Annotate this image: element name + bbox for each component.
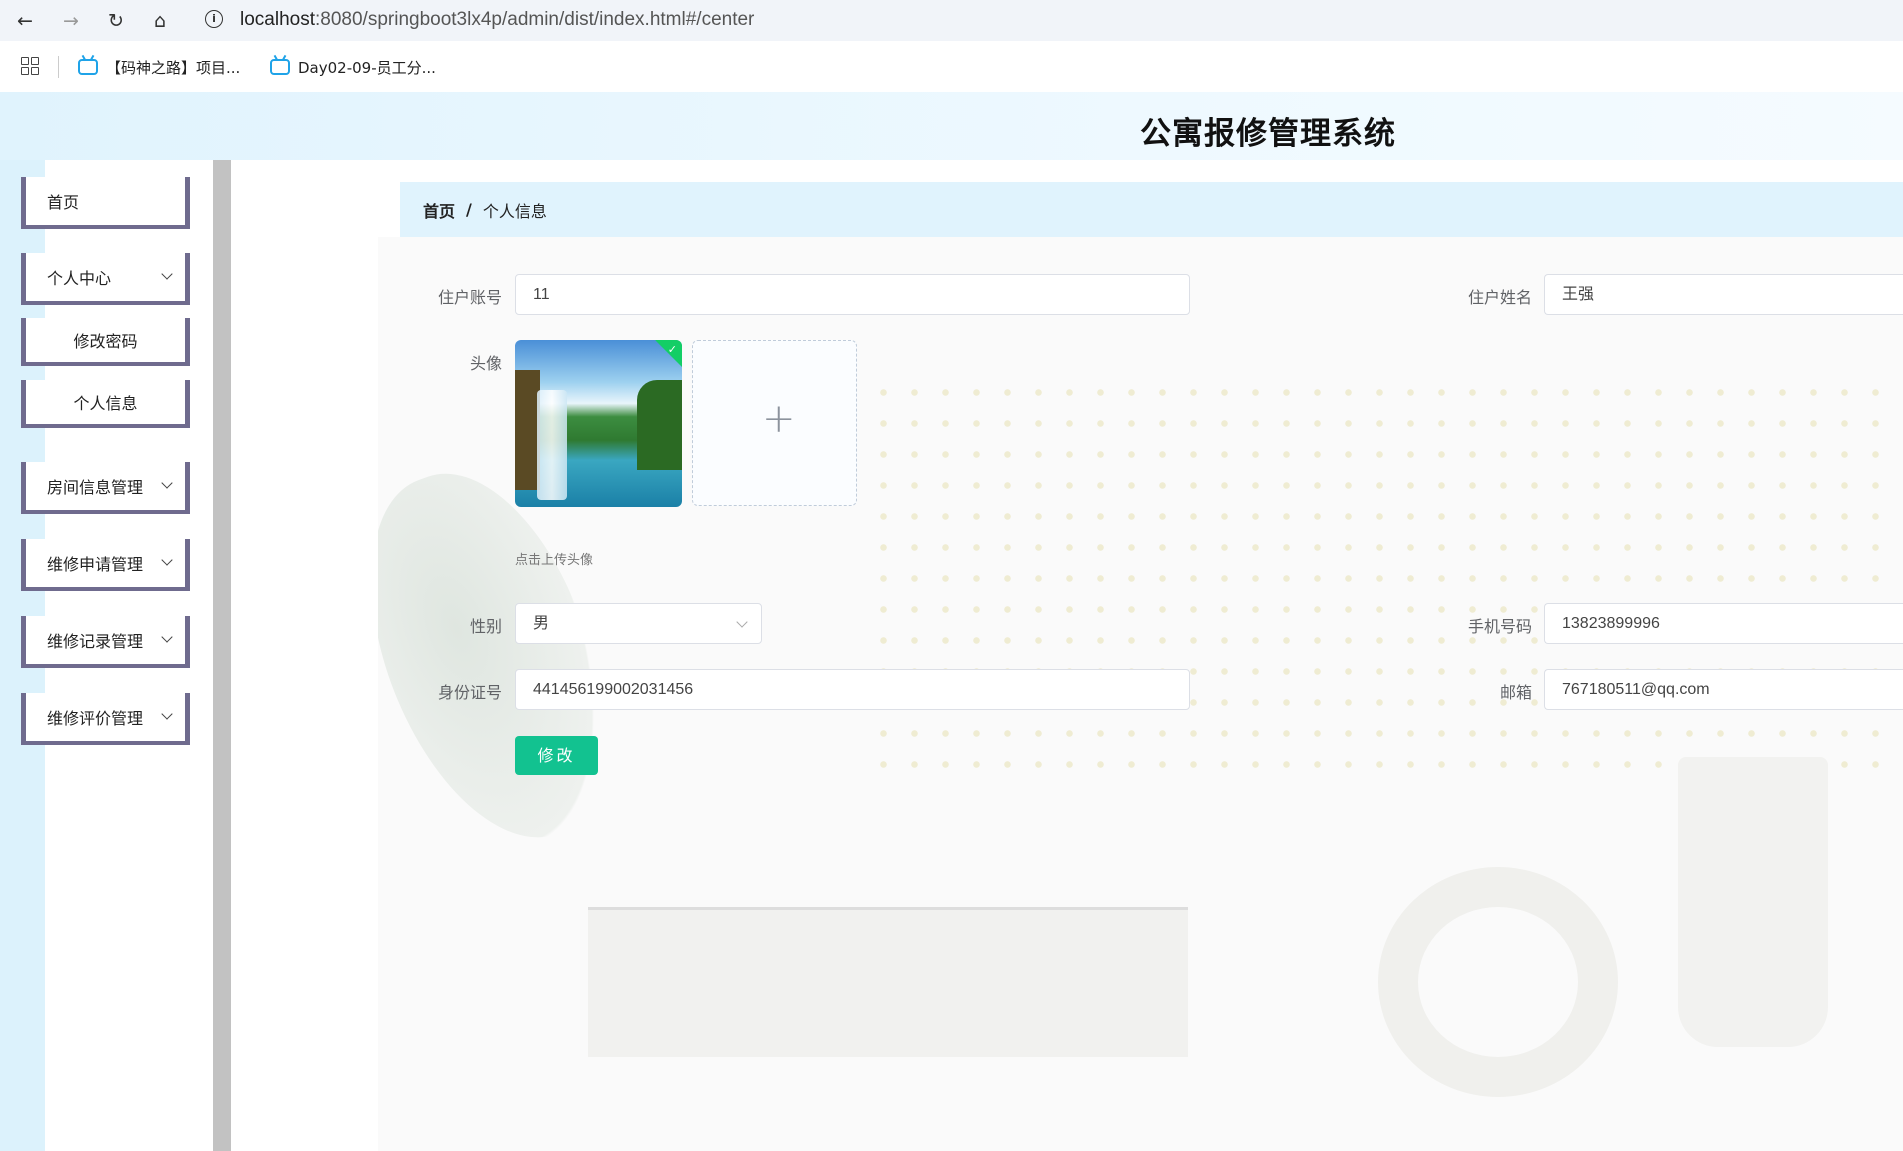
bookmark-2[interactable]: Day02-09-员工分...: [270, 55, 436, 79]
cylinder-decoration: [1678, 757, 1828, 1047]
phone-label: 手机号码: [1467, 617, 1532, 636]
sidebar-item-label: 修改密码: [73, 332, 138, 351]
breadcrumb-separator: /: [466, 200, 472, 219]
chevron-down-icon: [161, 477, 173, 489]
phone-field[interactable]: 13823899996: [1544, 603, 1903, 644]
sidebar-item-change-password[interactable]: 修改密码: [21, 318, 190, 366]
avatar-hill: [637, 380, 682, 470]
sidebar-item-label: 个人信息: [73, 394, 138, 413]
forward-icon[interactable]: →: [58, 8, 84, 34]
sidebar-item-label: 维修记录管理: [47, 632, 144, 651]
sidebar-item-label: 维修评价管理: [47, 709, 144, 728]
check-icon: ✓: [667, 343, 677, 356]
box-decoration: [588, 907, 1188, 1057]
plus-icon: +: [762, 396, 796, 442]
sidebar-item-personal-center[interactable]: 个人中心: [21, 253, 190, 305]
email-field[interactable]: 767180511@qq.com: [1544, 669, 1903, 710]
name-field[interactable]: 王强: [1544, 274, 1903, 315]
sidebar-item-label: 个人中心: [47, 269, 112, 288]
avatar-image[interactable]: ✓: [515, 340, 682, 507]
sidebar-item-room-management[interactable]: 房间信息管理: [21, 462, 190, 514]
avatar-waterfall: [537, 390, 567, 500]
sidebar-item-repair-request[interactable]: 维修申请管理: [21, 539, 190, 591]
name-label: 住户姓名: [1467, 288, 1532, 307]
chevron-down-icon: [161, 708, 173, 720]
bookmark-separator: [58, 56, 59, 78]
avatar-upload-button[interactable]: +: [692, 340, 857, 506]
idcard-field[interactable]: 441456199002031456: [515, 669, 1190, 710]
browser-chrome: ← → ↻ ⌂ i localhost:8080/springboot3lx4p…: [0, 0, 1903, 92]
sidebar-item-repair-evaluation[interactable]: 维修评价管理: [21, 693, 190, 745]
apps-grid-icon[interactable]: [21, 57, 39, 75]
chevron-down-icon: [161, 268, 173, 280]
bilibili-icon: [270, 59, 290, 75]
sidebar-item-personal-info[interactable]: 个人信息: [21, 380, 190, 428]
url-host: localhost: [240, 9, 315, 30]
sidebar-item-home[interactable]: 首页: [21, 177, 190, 229]
email-label: 邮箱: [1499, 683, 1532, 702]
url-path: :8080/springboot3lx4p/admin/dist/index.h…: [315, 9, 755, 30]
chevron-down-icon: [736, 616, 748, 628]
app-header: [0, 92, 1903, 160]
reload-icon[interactable]: ↻: [103, 8, 129, 34]
sidebar-item-label: 维修申请管理: [47, 555, 144, 574]
sidebar-item-repair-record[interactable]: 维修记录管理: [21, 616, 190, 668]
sidebar-item-label: 房间信息管理: [47, 478, 144, 497]
bookmark-label: 【码神之路】项目...: [106, 58, 241, 77]
upload-tip: 点击上传头像: [515, 553, 594, 568]
dot-pattern: [868, 377, 1903, 777]
sidebar-scrollbar[interactable]: [213, 160, 231, 1151]
ring-decoration: [1378, 867, 1618, 1097]
breadcrumb-home[interactable]: 首页: [423, 198, 455, 222]
breadcrumb: 首页 / 个人信息: [400, 182, 1903, 237]
bilibili-icon: [78, 59, 98, 75]
breadcrumb-current: 个人信息: [482, 201, 547, 221]
plant-decoration: [378, 444, 647, 870]
gender-value: 男: [533, 615, 550, 632]
url-text[interactable]: localhost:8080/springboot3lx4p/admin/dis…: [240, 9, 754, 31]
system-title: 公寓报修管理系统: [1140, 116, 1396, 152]
account-field[interactable]: 11: [515, 274, 1190, 315]
back-icon[interactable]: ←: [12, 8, 38, 34]
sidebar-item-label: 首页: [47, 193, 80, 212]
chevron-down-icon: [161, 554, 173, 566]
idcard-label: 身份证号: [437, 683, 502, 702]
home-icon[interactable]: ⌂: [147, 8, 173, 34]
site-info-icon[interactable]: i: [205, 10, 223, 28]
account-label: 住户账号: [437, 288, 502, 307]
gender-select[interactable]: 男: [515, 603, 762, 644]
bookmark-1[interactable]: 【码神之路】项目...: [78, 55, 240, 79]
avatar-label: 头像: [469, 354, 502, 373]
gender-label: 性别: [469, 617, 502, 636]
bookmark-label: Day02-09-员工分...: [298, 58, 436, 77]
submit-button[interactable]: 修改: [515, 736, 598, 775]
chevron-down-icon: [161, 631, 173, 643]
